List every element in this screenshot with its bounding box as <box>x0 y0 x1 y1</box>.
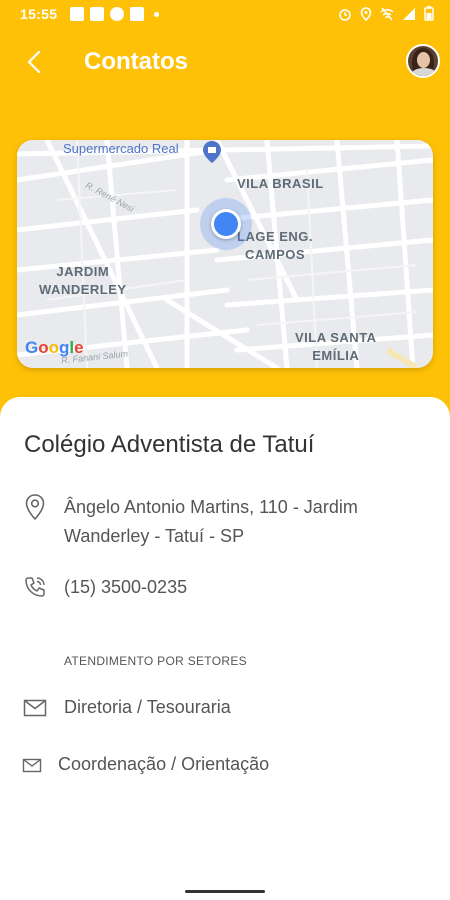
contact-details-panel: Colégio Adventista de Tatuí Ângelo Anton… <box>0 397 450 900</box>
phone-number: (15) 3500-0235 <box>64 577 188 597</box>
location-marker-icon <box>211 209 241 239</box>
google-logo: Google <box>25 338 84 357</box>
location-pin-icon <box>22 493 48 521</box>
address-text: Ângelo Antonio Martins, 110 - Jardim Wan… <box>64 497 358 546</box>
school-name: Colégio Adventista de Tatuí <box>24 431 315 458</box>
system-icons <box>338 6 434 21</box>
notification-icon <box>130 7 144 21</box>
map-view[interactable]: Supermercado Real VILA BRASIL LAGE ENG. … <box>17 140 433 368</box>
address-row[interactable]: Ângelo Antonio Martins, 110 - Jardim Wan… <box>22 493 424 551</box>
user-avatar[interactable] <box>406 44 440 78</box>
chevron-left-icon <box>27 50 41 74</box>
notification-icon <box>110 7 124 21</box>
status-time: 15:55 <box>20 6 58 22</box>
home-indicator[interactable] <box>185 890 265 893</box>
back-button[interactable] <box>18 46 50 78</box>
map-neighborhood-label: VILA BRASIL <box>237 176 324 191</box>
department-item[interactable]: Coordenação / Orientação <box>22 751 269 779</box>
phone-row[interactable]: (15) 3500-0235 <box>22 573 187 602</box>
notification-icons <box>70 7 159 21</box>
section-title: ATENDIMENTO POR SETORES <box>64 654 247 668</box>
status-bar: 15:55 <box>0 0 450 30</box>
page-title: Contatos <box>84 48 188 75</box>
battery-icon <box>424 6 434 21</box>
map-poi-label: Supermercado Real <box>63 141 179 156</box>
shopping-pin-icon <box>203 141 221 163</box>
mail-icon <box>22 751 42 779</box>
notification-icon <box>70 7 84 21</box>
location-icon <box>360 6 372 21</box>
map-neighborhood-label: JARDIM WANDERLEY <box>39 264 127 297</box>
phone-icon <box>22 573 48 601</box>
department-item[interactable]: Diretoria / Tesouraria <box>22 694 231 722</box>
alarm-icon <box>339 8 351 21</box>
department-label: Coordenação / Orientação <box>58 754 270 774</box>
map-neighborhood-label: VILA SANTA EMÍLIA <box>295 330 377 363</box>
wifi-off-icon <box>380 7 394 20</box>
department-label: Diretoria / Tesouraria <box>64 697 231 717</box>
more-notifications-icon <box>154 12 159 17</box>
notification-icon <box>90 7 104 21</box>
signal-icon <box>403 7 415 20</box>
mail-icon <box>22 694 48 722</box>
app-bar: Contatos <box>0 38 450 88</box>
